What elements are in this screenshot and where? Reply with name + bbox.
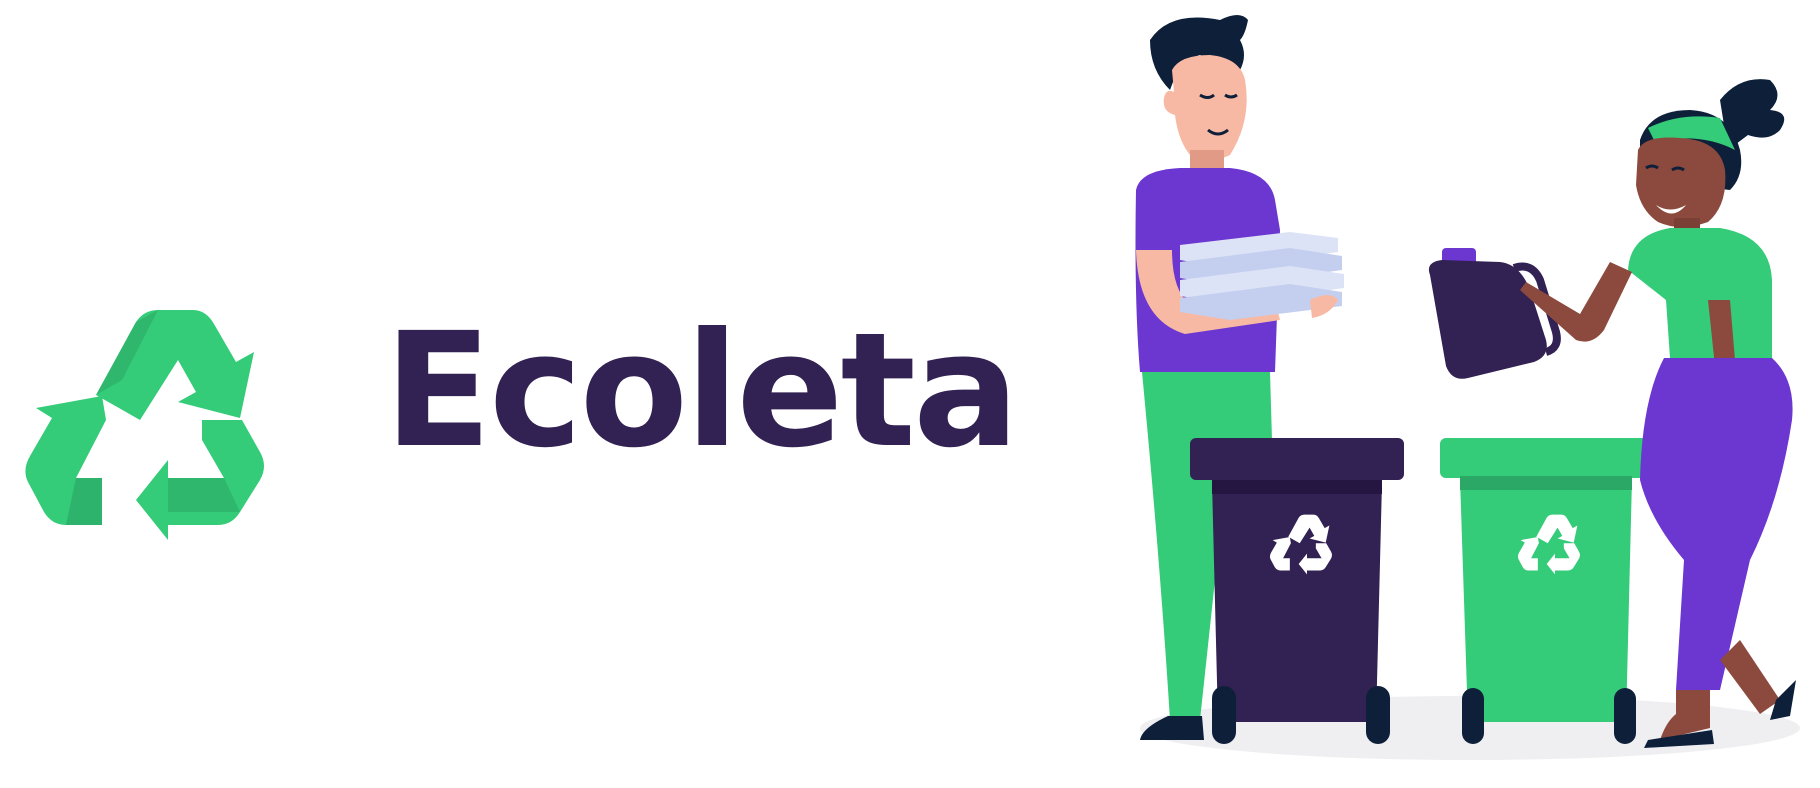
splash-screen: Ecoleta xyxy=(0,0,1820,788)
app-title: Ecoleta xyxy=(384,299,1020,483)
recycle-icon xyxy=(25,310,264,540)
dark-recycle-bin xyxy=(1190,438,1404,744)
green-recycle-bin xyxy=(1440,438,1652,744)
recycling-illustration xyxy=(1135,15,1800,760)
plastic-jug xyxy=(1428,248,1561,379)
